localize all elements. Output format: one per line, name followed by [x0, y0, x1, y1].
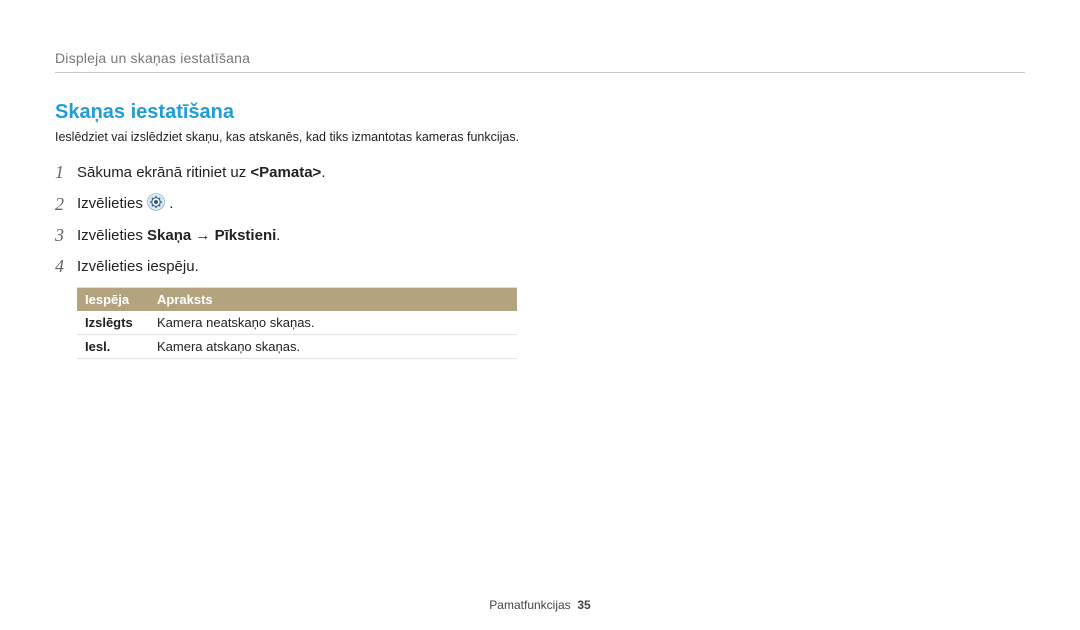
- steps-list: 1 Sākuma ekrānā ritiniet uz <Pamata>. 2 …: [55, 162, 1025, 277]
- td-option: Izslēgts: [77, 311, 149, 334]
- options-table: Iespēja Apraksts Izslēgts Kamera neatska…: [77, 287, 517, 359]
- step-prefix: Izvēlieties iespēju.: [77, 258, 199, 275]
- step-number: 3: [55, 225, 77, 246]
- step-prefix: Sākuma ekrānā ritiniet uz: [77, 164, 250, 181]
- step-suffix: .: [276, 227, 280, 244]
- section-heading: Skaņas iestatīšana: [55, 101, 1025, 124]
- step-text: Izvēlieties iespēju.: [77, 258, 199, 275]
- settings-icon: [147, 193, 165, 215]
- section-desc: Ieslēdziet vai izslēdziet skaņu, kas ats…: [55, 130, 1025, 144]
- step-bold: Skaņa: [147, 227, 191, 244]
- step-prefix: Izvēlieties: [77, 195, 147, 212]
- arrow-icon: →: [191, 227, 214, 244]
- step-text: Sākuma ekrānā ritiniet uz <Pamata>.: [77, 164, 325, 181]
- table-row: Izslēgts Kamera neatskaņo skaņas.: [77, 311, 517, 335]
- th-option: Iespēja: [77, 288, 149, 311]
- step-suffix: .: [169, 195, 173, 212]
- page: Displeja un skaņas iestatīšana Skaņas ie…: [0, 0, 1080, 630]
- breadcrumb: Displeja un skaņas iestatīšana: [55, 50, 1025, 66]
- page-number: 35: [577, 598, 590, 612]
- td-option: Iesl.: [77, 335, 149, 358]
- step-2: 2 Izvēlieties: [55, 193, 1025, 215]
- step-text: Izvēlieties Skaņa → Pīkstieni.: [77, 227, 280, 244]
- table-row: Iesl. Kamera atskaņo skaņas.: [77, 335, 517, 359]
- step-number: 2: [55, 194, 77, 215]
- step-1: 1 Sākuma ekrānā ritiniet uz <Pamata>.: [55, 162, 1025, 183]
- step-suffix: .: [321, 164, 325, 181]
- table-header: Iespēja Apraksts: [77, 288, 517, 311]
- step-3: 3 Izvēlieties Skaņa → Pīkstieni.: [55, 225, 1025, 246]
- step-number: 1: [55, 162, 77, 183]
- step-4: 4 Izvēlieties iespēju.: [55, 256, 1025, 277]
- page-footer: Pamatfunkcijas 35: [0, 598, 1080, 612]
- step-number: 4: [55, 256, 77, 277]
- header-rule: [55, 72, 1025, 73]
- step-text: Izvēlieties: [77, 193, 173, 215]
- td-description: Kamera neatskaņo skaņas.: [149, 311, 517, 334]
- step-prefix: Izvēlieties: [77, 227, 147, 244]
- th-description: Apraksts: [149, 288, 517, 311]
- td-description: Kamera atskaņo skaņas.: [149, 335, 517, 358]
- step-bold: <Pamata>: [250, 164, 321, 181]
- footer-label: Pamatfunkcijas: [489, 598, 570, 612]
- step-bold2: Pīkstieni: [215, 227, 277, 244]
